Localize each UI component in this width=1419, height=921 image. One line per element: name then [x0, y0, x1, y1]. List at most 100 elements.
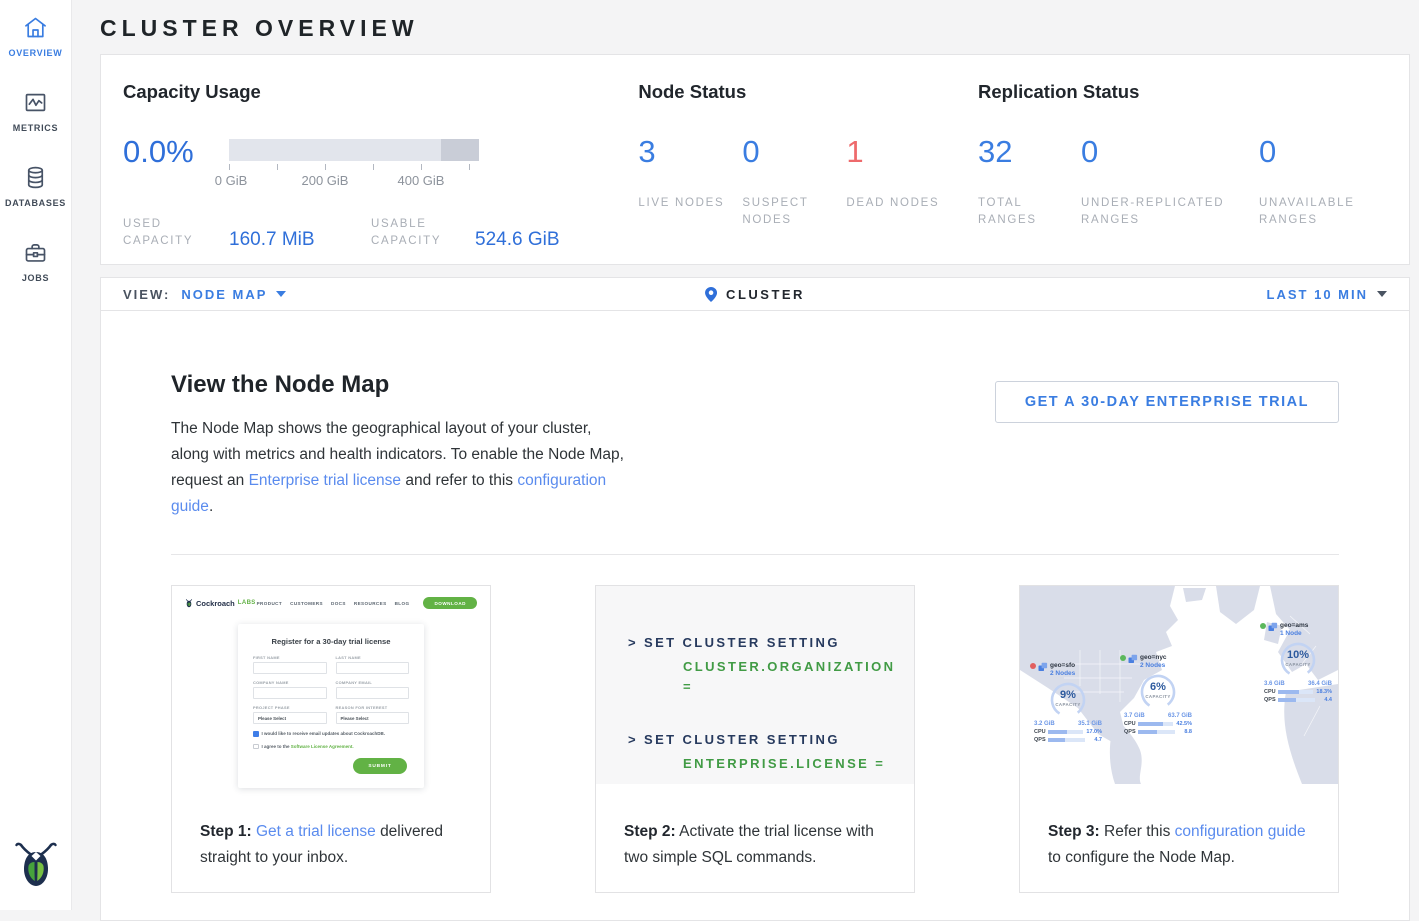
under-replicated-ranges-value: 0 — [1081, 135, 1249, 169]
nodes-cube-icon — [1128, 654, 1138, 664]
mini-submit-button: SUBMIT — [353, 758, 407, 774]
capacity-gauge: 10% CAPACITY — [1278, 640, 1318, 680]
sidebar-item-metrics[interactable]: METRICS — [13, 89, 58, 133]
live-nodes-stat: 3 LIVE NODES — [638, 135, 742, 229]
mini-nav: PRODUCT CUSTOMERS DOCS RESOURCES BLOG DO… — [257, 597, 477, 609]
sidebar-item-jobs[interactable]: JOBS — [22, 239, 49, 283]
sidebar-item-label: DATABASES — [5, 198, 66, 208]
locality-breadcrumb: CLUSTER — [705, 287, 805, 302]
description-text: and refer to this — [405, 472, 513, 489]
under-replicated-ranges-label: UNDER-REPLICATED RANGES — [1081, 195, 1241, 229]
jobs-icon — [22, 239, 49, 266]
mini-input — [253, 662, 327, 674]
step1-caption: Step 1: Get a trial license delivered st… — [200, 819, 466, 871]
locality-badge-sfo: geo=sfo 2 Nodes 9% CAPACITY 3.2 GiB 35.1… — [1030, 662, 1106, 743]
dead-nodes-label: DEAD NODES — [846, 195, 940, 212]
total-ranges-label: TOTAL RANGES — [978, 195, 1071, 229]
mini-select: Please Select — [253, 712, 327, 724]
capacity-gauge: 6% CAPACITY — [1138, 672, 1178, 712]
sidebar-item-databases[interactable]: DATABASES — [5, 164, 66, 208]
step3-card: geo=sfo 2 Nodes 9% CAPACITY 3.2 GiB 35.1… — [1019, 585, 1339, 893]
locality-badge-nyc: geo=nyc 2 Nodes 6% CAPACITY 3.7 GiB 63.7… — [1120, 654, 1196, 735]
mini-nav-item: BLOG — [395, 601, 410, 606]
axis-tick: 200 GiB — [302, 173, 349, 188]
node-map-description: The Node Map shows the geographical layo… — [171, 416, 633, 520]
mini-nav-item: CUSTOMERS — [290, 601, 323, 606]
map-pin-icon — [705, 287, 717, 302]
mini-select: Please Select — [336, 712, 410, 724]
get-trial-license-link[interactable]: Get a trial license — [256, 823, 376, 840]
locality-badge-ams: geo=ams 1 Node 10% CAPACITY 3.6 GiB 36.4… — [1260, 622, 1336, 703]
node-map-heading: View the Node Map — [171, 371, 633, 399]
capacity-usage-title: Capacity Usage — [123, 81, 638, 103]
enterprise-trial-license-link[interactable]: Enterprise trial license — [249, 472, 401, 489]
suspect-nodes-label: SUSPECT NODES — [742, 195, 836, 229]
usable-capacity-label: USABLE CAPACITY — [371, 216, 475, 250]
total-ranges-value: 32 — [978, 135, 1071, 169]
view-label: VIEW: — [123, 287, 170, 302]
sql-setting-line: ENTERPRISE.LICENSE = — [683, 754, 904, 774]
mini-input — [336, 687, 410, 699]
total-ranges-stat: 32 TOTAL RANGES — [978, 135, 1081, 229]
mini-cockroach-logo: Cockroach LABS — [185, 598, 256, 608]
mini-input — [336, 662, 410, 674]
page-title: CLUSTER OVERVIEW — [100, 0, 1410, 54]
mini-nav-item: RESOURCES — [354, 601, 387, 606]
mini-registration-form: Register for a 30-day trial license FIRS… — [238, 624, 424, 788]
sql-prompt-line: > SET CLUSTER SETTING — [628, 730, 904, 750]
live-nodes-label: LIVE NODES — [638, 195, 732, 212]
main-content: CLUSTER OVERVIEW Capacity Usage 0.0% 0 G… — [72, 0, 1419, 921]
status-live-icon — [1260, 623, 1266, 629]
databases-icon — [22, 164, 49, 191]
view-bar: VIEW: NODE MAP CLUSTER LAST 10 MIN — [100, 277, 1410, 311]
dead-nodes-stat: 1 DEAD NODES — [846, 135, 950, 229]
description-text: . — [209, 498, 213, 515]
used-capacity-value: 160.7 MiB — [229, 230, 371, 250]
status-live-icon — [1120, 655, 1126, 661]
node-map-panel: View the Node Map The Node Map shows the… — [100, 311, 1410, 921]
sidebar-item-label: JOBS — [22, 273, 49, 283]
cockroachdb-logo — [15, 839, 57, 894]
nodes-cube-icon — [1268, 622, 1278, 632]
chevron-down-icon — [1377, 291, 1387, 297]
suspect-nodes-stat: 0 SUSPECT NODES — [742, 135, 846, 229]
home-icon — [22, 14, 49, 41]
locality-label: CLUSTER — [726, 287, 805, 302]
node-map-preview: geo=sfo 2 Nodes 9% CAPACITY 3.2 GiB 35.1… — [1020, 586, 1338, 784]
under-replicated-ranges-stat: 0 UNDER-REPLICATED RANGES — [1081, 135, 1259, 229]
capacity-bar-reserved-segment — [441, 139, 479, 161]
configuration-guide-link[interactable]: configuration guide — [1175, 823, 1306, 840]
sidebar-item-label: OVERVIEW — [9, 48, 63, 58]
unavailable-ranges-value: 0 — [1259, 135, 1399, 169]
mini-checkbox — [253, 744, 259, 750]
step3-caption: Step 3: Refer this configuration guide t… — [1048, 819, 1314, 871]
metrics-icon — [22, 89, 49, 116]
nodes-cube-icon — [1038, 662, 1048, 672]
axis-tick: 400 GiB — [398, 173, 445, 188]
mini-nav-item: DOCS — [331, 601, 346, 606]
time-range-dropdown[interactable]: LAST 10 MIN — [1267, 287, 1409, 302]
used-capacity-label: USED CAPACITY — [123, 216, 229, 250]
suspect-nodes-value: 0 — [742, 135, 836, 169]
capacity-used-percent: 0.0% — [123, 135, 229, 189]
usable-capacity-value: 524.6 GiB — [475, 230, 560, 250]
unavailable-ranges-stat: 0 UNAVAILABLE RANGES — [1259, 135, 1409, 229]
mini-form-title: Register for a 30-day trial license — [253, 637, 409, 646]
sidebar-item-label: METRICS — [13, 123, 58, 133]
status-dead-icon — [1030, 663, 1036, 669]
dead-nodes-value: 1 — [846, 135, 940, 169]
live-nodes-value: 3 — [638, 135, 732, 169]
sidebar-item-overview[interactable]: OVERVIEW — [9, 14, 63, 58]
mini-input — [253, 687, 327, 699]
mini-nav-item: PRODUCT — [257, 601, 283, 606]
trial-registration-screenshot: Cockroach LABS PRODUCT CUSTOMERS DOCS RE… — [172, 586, 490, 816]
capacity-bar: 0 GiB 200 GiB 400 GiB — [229, 135, 479, 189]
sql-code-block: > SET CLUSTER SETTING CLUSTER.ORGANIZATI… — [596, 586, 914, 784]
step2-caption: Step 2: Activate the trial license with … — [624, 819, 890, 871]
enterprise-trial-button[interactable]: GET A 30-DAY ENTERPRISE TRIAL — [995, 381, 1339, 423]
step1-card: Cockroach LABS PRODUCT CUSTOMERS DOCS RE… — [171, 585, 491, 893]
divider — [171, 554, 1339, 555]
capacity-usage-section: Capacity Usage 0.0% 0 GiB 200 GiB 400 Gi… — [101, 80, 638, 234]
view-selector-dropdown[interactable]: VIEW: NODE MAP — [101, 287, 286, 302]
sql-prompt-line: > SET CLUSTER SETTING — [628, 633, 904, 653]
